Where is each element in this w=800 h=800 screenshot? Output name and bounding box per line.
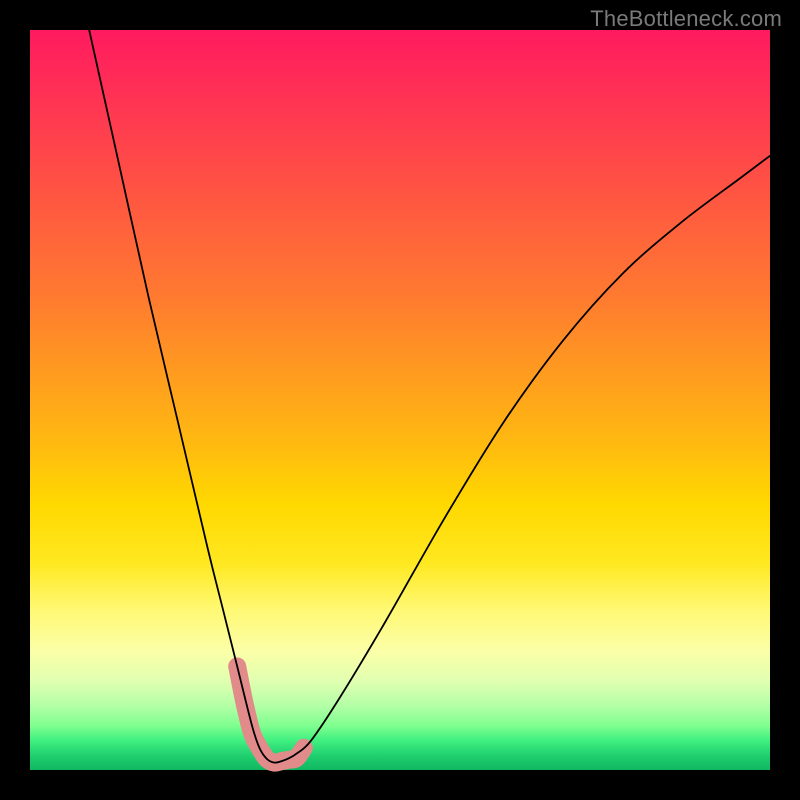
- chart-frame: TheBottleneck.com: [0, 0, 800, 800]
- highlight-band: [237, 666, 304, 762]
- v-curve: [89, 30, 770, 763]
- chart-svg: [30, 30, 770, 770]
- watermark-label: TheBottleneck.com: [590, 6, 782, 32]
- plot-area: [30, 30, 770, 770]
- v-curve-group: [89, 30, 770, 763]
- highlight-band-group: [237, 666, 304, 762]
